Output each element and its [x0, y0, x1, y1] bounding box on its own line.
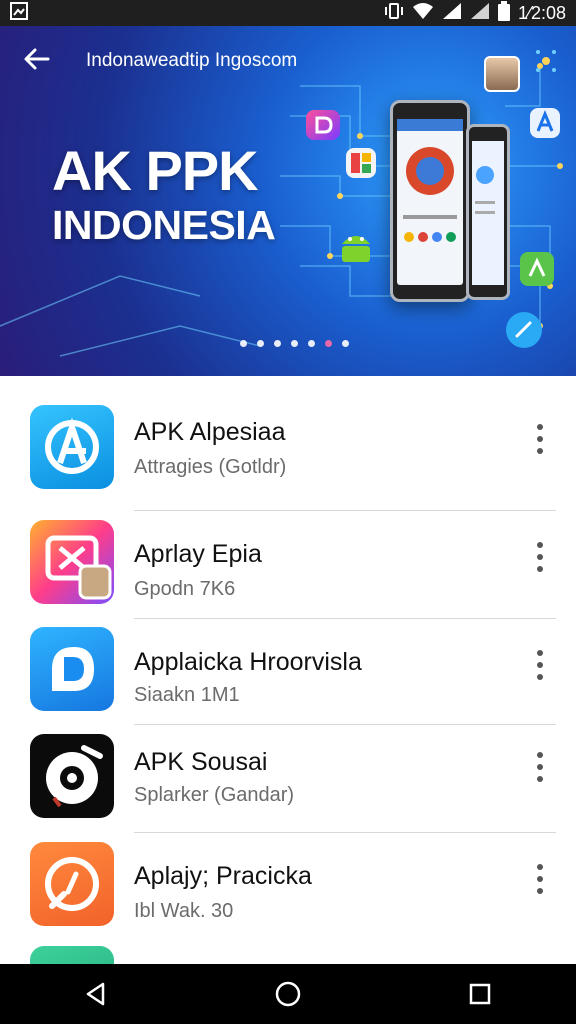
floating-app-icon-d: [306, 110, 340, 140]
app-title: Aplajy; Pracicka: [134, 862, 312, 890]
hero-url: Indonaweadtip Ingoscom: [86, 50, 298, 71]
list-item[interactable]: Aplajy; Pracicka Ibl Wak. 30: [0, 834, 576, 940]
app-subtitle: Splarker (Gandar): [134, 784, 295, 806]
divider: [134, 510, 556, 511]
phone-illustration-secondary: [466, 124, 510, 300]
hero-title-line2: INDONESIA: [52, 202, 276, 248]
carousel-dot[interactable]: [291, 340, 298, 347]
app-icon-partial[interactable]: [30, 946, 114, 964]
list-item[interactable]: Aprlay Epia Gpodn 7K6: [0, 512, 576, 618]
app-icon-orange[interactable]: [30, 842, 114, 926]
app-title: APK Sousai: [134, 748, 268, 776]
app-subtitle: Gpodn 7K6: [134, 578, 236, 600]
divider: [134, 724, 556, 725]
app-icon-blue-d[interactable]: [30, 627, 114, 711]
signal-icon-2: [470, 2, 490, 25]
app-icon-black-disc[interactable]: [30, 734, 114, 818]
android-icon: [338, 226, 374, 266]
list-item[interactable]: APK Sousai Splarker (Gandar): [0, 726, 576, 832]
checkmark-icon: [506, 312, 542, 348]
clock-text: 1⁄2:08: [517, 2, 566, 23]
vibrate-icon: [384, 2, 404, 25]
notification-icon: [10, 1, 28, 25]
more-options-icon[interactable]: [528, 752, 552, 782]
list-item[interactable]: Applaicka Hroorvisla Siaakn 1M1: [0, 620, 576, 726]
list-item-partial[interactable]: [0, 946, 576, 964]
app-title: APK Alpesiaa: [134, 418, 286, 446]
profile-avatar[interactable]: [484, 56, 520, 92]
carousel-dot[interactable]: [308, 340, 315, 347]
hero-title-line1: AK PPK: [52, 139, 259, 202]
hero-banner[interactable]: Indonaweadtip Ingoscom AK PPK INDONESIA: [0, 26, 576, 376]
app-title: Aprlay Epia: [134, 540, 262, 568]
app-icon-gradient-x[interactable]: [30, 520, 114, 604]
app-icon-blue-a[interactable]: [30, 405, 114, 489]
floating-app-icon-green: [520, 252, 554, 286]
signal-icon: [442, 2, 462, 25]
recents-icon[interactable]: [460, 974, 500, 1014]
carousel-indicator[interactable]: [240, 340, 349, 347]
back-icon[interactable]: [76, 974, 116, 1014]
app-subtitle: Siaakn 1M1: [134, 684, 240, 706]
app-subtitle: Ibl Wak. 30: [134, 900, 234, 922]
navigation-bar: [0, 964, 576, 1024]
more-options-icon[interactable]: [528, 864, 552, 894]
phone-illustration: [390, 100, 470, 302]
app-list: APK Alpesiaa Attragies (Gotldr) Aprlay E…: [0, 376, 576, 964]
wifi-icon: [412, 2, 434, 25]
more-options-icon[interactable]: [528, 542, 552, 572]
divider: [134, 832, 556, 833]
floating-app-icon-a: [530, 108, 560, 138]
sparkle-icon: [534, 46, 558, 76]
carousel-dot-active[interactable]: [325, 340, 332, 347]
divider: [134, 618, 556, 619]
carousel-dot[interactable]: [342, 340, 349, 347]
status-bar: 1⁄2:08: [0, 0, 576, 26]
list-item[interactable]: APK Alpesiaa Attragies (Gotldr): [0, 392, 576, 498]
app-subtitle: Attragies (Gotldr): [134, 456, 287, 478]
carousel-dot[interactable]: [274, 340, 281, 347]
carousel-dot[interactable]: [257, 340, 264, 347]
back-arrow-icon[interactable]: [22, 44, 56, 78]
carousel-dot[interactable]: [240, 340, 247, 347]
app-title: Applaicka Hroorvisla: [134, 648, 362, 676]
battery-icon: [497, 0, 510, 26]
more-options-icon[interactable]: [528, 650, 552, 680]
floating-app-icon-grid: [346, 148, 376, 178]
more-options-icon[interactable]: [528, 424, 552, 454]
home-icon[interactable]: [268, 974, 308, 1014]
